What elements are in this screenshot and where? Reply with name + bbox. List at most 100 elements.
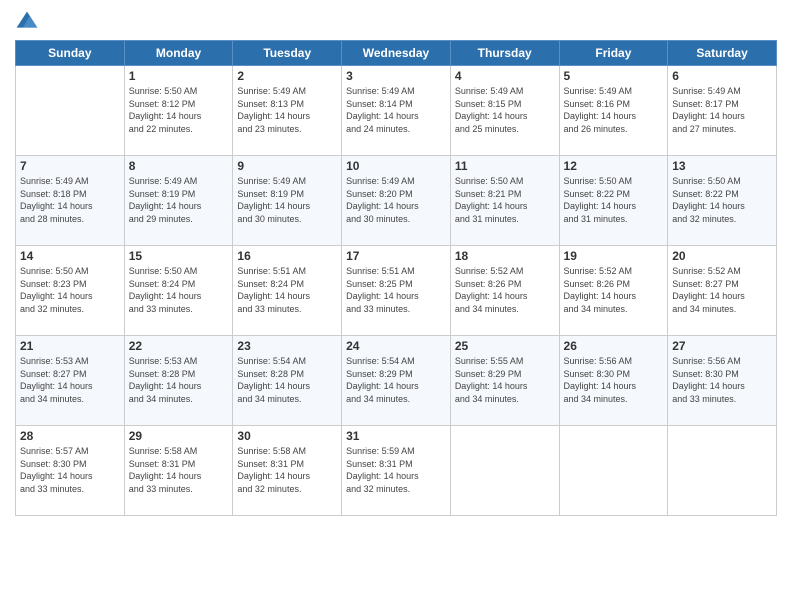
day-cell: 15 Sunrise: 5:50 AMSunset: 8:24 PMDayligh…	[124, 246, 233, 336]
day-detail: Sunrise: 5:49 AMSunset: 8:16 PMDaylight:…	[564, 85, 664, 135]
day-detail: Sunrise: 5:55 AMSunset: 8:29 PMDaylight:…	[455, 355, 555, 405]
day-cell: 29Sunrise: 5:58 AMSunset: 8:31 PMDayligh…	[124, 426, 233, 516]
day-cell	[559, 426, 668, 516]
day-cell: 8 Sunrise: 5:49 AMSunset: 8:19 PMDaylight…	[124, 156, 233, 246]
day-number: 8	[129, 159, 229, 173]
day-detail: Sunrise: 5:56 AMSunset: 8:30 PMDaylight:…	[672, 355, 772, 405]
day-cell: 26 Sunrise: 5:56 AMSunset: 8:30 PMDayligh…	[559, 336, 668, 426]
day-detail: Sunrise: 5:51 AMSunset: 8:24 PMDaylight:…	[237, 265, 337, 315]
day-detail: Sunrise: 5:56 AMSunset: 8:30 PMDaylight:…	[564, 355, 664, 405]
day-number: 1	[129, 69, 229, 83]
day-number: 30	[237, 429, 337, 443]
day-number: 16	[237, 249, 337, 263]
day-detail: Sunrise: 5:50 AMSunset: 8:21 PMDaylight:…	[455, 175, 555, 225]
day-number: 4	[455, 69, 555, 83]
day-number: 17	[346, 249, 446, 263]
week-row-2: 7Sunrise: 5:49 AMSunset: 8:18 PMDaylight…	[16, 156, 777, 246]
day-number: 5	[564, 69, 664, 83]
day-cell: 18Sunrise: 5:52 AMSunset: 8:26 PMDayligh…	[450, 246, 559, 336]
day-number: 31	[346, 429, 446, 443]
day-detail: Sunrise: 5:49 AMSunset: 8:19 PMDaylight:…	[129, 175, 229, 225]
day-cell: 28 Sunrise: 5:57 AMSunset: 8:30 PMDayligh…	[16, 426, 125, 516]
day-detail: Sunrise: 5:50 AMSunset: 8:23 PMDaylight:…	[20, 265, 120, 315]
day-cell: 19 Sunrise: 5:52 AMSunset: 8:26 PMDayligh…	[559, 246, 668, 336]
day-detail: Sunrise: 5:50 AMSunset: 8:24 PMDaylight:…	[129, 265, 229, 315]
day-header-row: SundayMondayTuesdayWednesdayThursdayFrid…	[16, 41, 777, 66]
day-header-thursday: Thursday	[450, 41, 559, 66]
day-detail: Sunrise: 5:49 AMSunset: 8:14 PMDaylight:…	[346, 85, 446, 135]
day-cell: 2 Sunrise: 5:49 AMSunset: 8:13 PMDaylight…	[233, 66, 342, 156]
day-number: 28	[20, 429, 120, 443]
day-detail: Sunrise: 5:52 AMSunset: 8:26 PMDaylight:…	[455, 265, 555, 315]
day-detail: Sunrise: 5:49 AMSunset: 8:17 PMDaylight:…	[672, 85, 772, 135]
day-cell: 4Sunrise: 5:49 AMSunset: 8:15 PMDaylight…	[450, 66, 559, 156]
day-cell	[450, 426, 559, 516]
day-detail: Sunrise: 5:54 AMSunset: 8:29 PMDaylight:…	[346, 355, 446, 405]
week-row-4: 21Sunrise: 5:53 AMSunset: 8:27 PMDayligh…	[16, 336, 777, 426]
page: SundayMondayTuesdayWednesdayThursdayFrid…	[0, 0, 792, 612]
day-number: 22	[129, 339, 229, 353]
day-cell: 30Sunrise: 5:58 AMSunset: 8:31 PMDayligh…	[233, 426, 342, 516]
day-number: 25	[455, 339, 555, 353]
day-number: 9	[237, 159, 337, 173]
day-number: 19	[564, 249, 664, 263]
day-cell: 6 Sunrise: 5:49 AMSunset: 8:17 PMDaylight…	[668, 66, 777, 156]
day-cell: 9 Sunrise: 5:49 AMSunset: 8:19 PMDaylight…	[233, 156, 342, 246]
day-header-tuesday: Tuesday	[233, 41, 342, 66]
day-number: 15	[129, 249, 229, 263]
week-row-5: 28 Sunrise: 5:57 AMSunset: 8:30 PMDayligh…	[16, 426, 777, 516]
day-detail: Sunrise: 5:49 AMSunset: 8:13 PMDaylight:…	[237, 85, 337, 135]
day-number: 2	[237, 69, 337, 83]
day-header-wednesday: Wednesday	[342, 41, 451, 66]
day-detail: Sunrise: 5:49 AMSunset: 8:20 PMDaylight:…	[346, 175, 446, 225]
day-cell	[16, 66, 125, 156]
day-cell: 22Sunrise: 5:53 AMSunset: 8:28 PMDayligh…	[124, 336, 233, 426]
day-cell: 23Sunrise: 5:54 AMSunset: 8:28 PMDayligh…	[233, 336, 342, 426]
day-cell: 27 Sunrise: 5:56 AMSunset: 8:30 PMDayligh…	[668, 336, 777, 426]
day-header-friday: Friday	[559, 41, 668, 66]
day-cell: 10 Sunrise: 5:49 AMSunset: 8:20 PMDayligh…	[342, 156, 451, 246]
week-row-1: 1 Sunrise: 5:50 AMSunset: 8:12 PMDaylight…	[16, 66, 777, 156]
day-cell: 12Sunrise: 5:50 AMSunset: 8:22 PMDayligh…	[559, 156, 668, 246]
day-number: 29	[129, 429, 229, 443]
logo	[15, 10, 43, 34]
day-number: 20	[672, 249, 772, 263]
day-cell: 13 Sunrise: 5:50 AMSunset: 8:22 PMDayligh…	[668, 156, 777, 246]
day-number: 12	[564, 159, 664, 173]
day-number: 14	[20, 249, 120, 263]
day-detail: Sunrise: 5:57 AMSunset: 8:30 PMDaylight:…	[20, 445, 120, 495]
day-cell: 31 Sunrise: 5:59 AMSunset: 8:31 PMDayligh…	[342, 426, 451, 516]
day-cell: 24 Sunrise: 5:54 AMSunset: 8:29 PMDayligh…	[342, 336, 451, 426]
day-number: 10	[346, 159, 446, 173]
day-detail: Sunrise: 5:50 AMSunset: 8:22 PMDaylight:…	[672, 175, 772, 225]
day-number: 11	[455, 159, 555, 173]
day-number: 26	[564, 339, 664, 353]
day-detail: Sunrise: 5:52 AMSunset: 8:26 PMDaylight:…	[564, 265, 664, 315]
day-cell: 3 Sunrise: 5:49 AMSunset: 8:14 PMDaylight…	[342, 66, 451, 156]
day-cell: 1 Sunrise: 5:50 AMSunset: 8:12 PMDaylight…	[124, 66, 233, 156]
day-cell: 20 Sunrise: 5:52 AMSunset: 8:27 PMDayligh…	[668, 246, 777, 336]
day-detail: Sunrise: 5:59 AMSunset: 8:31 PMDaylight:…	[346, 445, 446, 495]
logo-icon	[15, 10, 39, 34]
day-detail: Sunrise: 5:49 AMSunset: 8:19 PMDaylight:…	[237, 175, 337, 225]
day-cell: 7Sunrise: 5:49 AMSunset: 8:18 PMDaylight…	[16, 156, 125, 246]
day-cell: 14 Sunrise: 5:50 AMSunset: 8:23 PMDayligh…	[16, 246, 125, 336]
day-number: 6	[672, 69, 772, 83]
day-number: 3	[346, 69, 446, 83]
day-number: 13	[672, 159, 772, 173]
day-detail: Sunrise: 5:52 AMSunset: 8:27 PMDaylight:…	[672, 265, 772, 315]
day-cell: 5 Sunrise: 5:49 AMSunset: 8:16 PMDaylight…	[559, 66, 668, 156]
day-number: 23	[237, 339, 337, 353]
day-number: 27	[672, 339, 772, 353]
day-number: 24	[346, 339, 446, 353]
day-cell: 25 Sunrise: 5:55 AMSunset: 8:29 PMDayligh…	[450, 336, 559, 426]
calendar-table: SundayMondayTuesdayWednesdayThursdayFrid…	[15, 40, 777, 516]
day-detail: Sunrise: 5:50 AMSunset: 8:12 PMDaylight:…	[129, 85, 229, 135]
day-detail: Sunrise: 5:51 AMSunset: 8:25 PMDaylight:…	[346, 265, 446, 315]
week-row-3: 14 Sunrise: 5:50 AMSunset: 8:23 PMDayligh…	[16, 246, 777, 336]
day-cell: 17 Sunrise: 5:51 AMSunset: 8:25 PMDayligh…	[342, 246, 451, 336]
day-detail: Sunrise: 5:49 AMSunset: 8:18 PMDaylight:…	[20, 175, 120, 225]
day-number: 21	[20, 339, 120, 353]
day-cell	[668, 426, 777, 516]
day-header-saturday: Saturday	[668, 41, 777, 66]
